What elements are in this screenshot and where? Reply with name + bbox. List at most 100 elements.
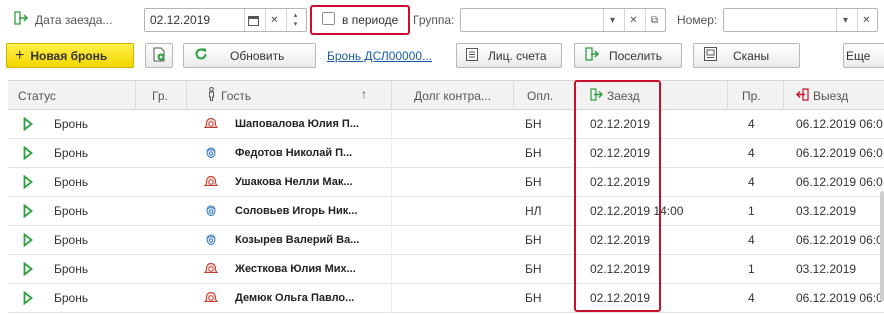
guest-cell: Ушакова Нелли Мак... [235,176,353,188]
guest-cell: Демюк Ольга Павло... [235,292,355,304]
status-cell: Бронь [54,291,89,305]
filter-bar: Дата заезда... 02.12.2019 ✕ ▴ ▾ в периоде… [0,0,884,40]
days-cell: 4 [748,175,755,189]
departure-cell: 06.12.2019 06:0 [796,146,883,160]
column-guest-label: Гость [221,88,252,103]
refresh-button[interactable]: Обновить [183,43,316,68]
departure-column-icon [796,87,809,104]
in-period-checkbox[interactable] [322,12,335,25]
column-status[interactable]: Статус [8,81,136,110]
vertical-scrollbar[interactable] [880,191,884,301]
status-play-icon [23,197,37,225]
group-clear-icon[interactable]: ✕ [624,9,642,31]
paid-cell: БН [525,175,542,189]
days-cell: 1 [748,204,755,218]
date-spin-icon[interactable]: ▴ ▾ [286,9,304,31]
guest-cell: Жесткова Юлия Мих... [235,263,356,275]
table-row[interactable]: Бронь Демюк Ольга Павло... БН 02.12.2019 4 06… [8,284,884,313]
column-departure[interactable]: Выезд [784,81,884,110]
debt-cell [408,110,508,138]
arrival-date-field[interactable]: 02.12.2019 ✕ ▴ ▾ [144,8,307,32]
table-row[interactable]: Бронь Ушакова Нелли Мак... БН 02.12.2019 4 06… [8,168,884,197]
status-cell: Бронь [54,175,89,189]
status-cell: Бронь [54,117,89,131]
column-paid-label: Опл. [527,88,554,103]
new-booking-label: Новая бронь [30,48,108,63]
paid-cell: НЛ [525,204,542,218]
female-guest-icon [204,110,222,138]
paid-cell: БН [525,146,542,160]
status-cell: Бронь [54,204,89,218]
refresh-icon [194,47,208,64]
column-days[interactable]: Пр. [728,81,784,110]
table-row[interactable]: Бронь Козырев Валерий Ва... БН 02.12.2019 4 0… [8,226,884,255]
copy-document-button[interactable] [145,43,173,68]
paid-cell: БН [525,233,542,247]
new-booking-button[interactable]: + Новая бронь [6,43,134,68]
arrival-cell: 02.12.2019 14:00 [590,204,684,218]
column-debt-label: Долг контра... [414,88,491,103]
departure-cell: 03.12.2019 [796,262,857,276]
column-departure-label: Выезд [813,88,849,103]
debt-cell [408,197,508,225]
table-row[interactable]: Бронь Жесткова Юлия Мих... БН 02.12.2019 1 03… [8,255,884,284]
status-play-icon [23,168,37,196]
check-in-label: Поселить [609,48,663,63]
arrival-cell: 02.12.2019 [590,175,651,189]
female-guest-icon [204,255,222,283]
arrival-cell: 02.12.2019 [590,262,651,276]
status-cell: Бронь [54,262,89,276]
group-field[interactable]: ▾ ✕ ⧉ [460,8,666,32]
scans-button[interactable]: Сканы [693,43,800,68]
room-dropdown-icon[interactable]: ▾ [836,9,854,31]
person-icon [208,87,215,104]
accounts-button[interactable]: Лиц. счета [456,43,562,68]
column-group[interactable]: Гр. [136,81,187,110]
table-row[interactable]: Бронь Шаповалова Юлия П... БН 02.12.2019 4 06… [8,110,884,139]
more-label: Еще [846,48,871,63]
in-period-highlight: в периоде [310,5,410,35]
column-divider [391,110,392,314]
status-cell: Бронь [54,146,89,160]
booking-link[interactable]: Бронь ДСЛ00000... [327,49,432,63]
table-row[interactable]: Бронь Соловьев Игорь Ник... НЛ 02.12.2019 1… [8,197,884,226]
guest-cell: Федотов Николай П... [235,147,353,159]
clear-date-icon[interactable]: ✕ [265,9,283,31]
ledger-icon [466,47,478,64]
bookings-table: Статус Гр. Гость ↑ Долг контра... Опл. З… [8,80,884,314]
arrival-cell: 02.12.2019 [590,146,651,160]
male-guest-icon [204,197,222,225]
status-play-icon [23,255,37,283]
column-days-label: Пр. [742,88,761,103]
column-debt[interactable]: Долг контра... [392,81,514,110]
arrival-column-icon [590,87,603,104]
column-group-label: Гр. [152,88,168,103]
debt-cell [408,226,508,254]
column-guest[interactable]: Гость ↑ [187,81,392,110]
more-button[interactable]: Еще [843,43,884,68]
days-cell: 4 [748,146,755,160]
female-guest-icon [204,284,222,312]
departure-cell: 06.12.2019 06:0 [796,117,883,131]
paid-cell: БН [525,291,542,305]
room-field[interactable]: ▾ ✕ [723,8,878,32]
column-arrival[interactable]: Заезд [576,81,728,110]
days-cell: 4 [748,233,755,247]
column-paid[interactable]: Опл. [514,81,576,110]
group-open-icon[interactable]: ⧉ [645,9,663,31]
table-row[interactable]: Бронь Федотов Николай П... БН 02.12.2019 4 06… [8,139,884,168]
arrival-cell: 02.12.2019 [590,233,651,247]
group-dropdown-icon[interactable]: ▾ [603,9,621,31]
male-guest-icon [204,139,222,167]
departure-cell: 06.12.2019 06:0 [796,175,883,189]
group-label: Группа: [413,13,455,27]
check-in-button[interactable]: Поселить [574,43,682,68]
calendar-icon[interactable] [244,9,262,31]
sort-ascending-icon: ↑ [361,87,367,101]
arrival-date-value: 02.12.2019 [150,13,211,27]
room-clear-icon[interactable]: ✕ [857,9,875,31]
guest-cell: Соловьев Игорь Ник... [235,205,358,217]
departure-cell: 06.12.2019 06:0 [796,233,883,247]
toolbar: + Новая бронь Обновить Бронь ДСЛ00000...… [0,41,884,71]
accounts-label: Лиц. счета [488,48,547,63]
